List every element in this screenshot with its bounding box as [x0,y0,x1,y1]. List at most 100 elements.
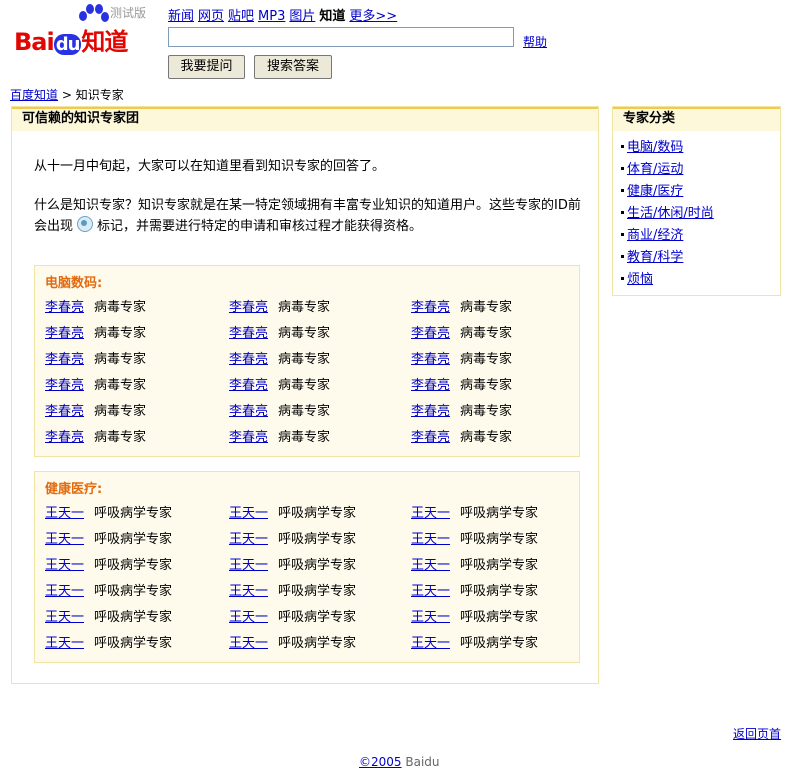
expert-name-link[interactable]: 王天一 [229,610,268,625]
nav-item-1[interactable]: 网页 [198,9,224,24]
expert-name-link[interactable]: 李春亮 [45,430,84,445]
expert-name-link[interactable]: 王天一 [411,558,450,573]
expert-entry: 李春亮 病毒专家 [229,426,330,445]
expert-name-link[interactable]: 王天一 [411,610,450,625]
expert-role: 呼吸病学专家 [460,506,539,521]
expert-role: 病毒专家 [94,326,147,341]
expert-entry: 李春亮 病毒专家 [229,322,330,341]
expert-entry: 王天一 呼吸病学专家 [411,554,538,573]
expert-name-link[interactable]: 李春亮 [411,300,450,315]
sidebar-category-link[interactable]: 商业/经济 [627,228,683,243]
expert-name-link[interactable]: 李春亮 [229,404,268,419]
expert-row: 王天一 呼吸病学专家 王天一 呼吸病学专家 王天一 呼吸病学专家 [45,502,575,528]
expert-name-link[interactable]: 王天一 [229,584,268,599]
back-to-top-link[interactable]: 返回页首 [733,725,781,742]
bullet-icon [621,211,624,214]
expert-name-link[interactable]: 李春亮 [411,430,450,445]
nav-item-6[interactable]: 更多>> [349,9,397,24]
copyright-text: Baidu [401,755,440,769]
expert-role: 病毒专家 [278,430,331,445]
nav-item-4[interactable]: 图片 [289,9,315,24]
expert-name-link[interactable]: 王天一 [229,636,268,651]
category-section: 电脑数码: 李春亮 病毒专家 李春亮 病毒专家 李春亮 病毒专家 李春亮 病毒专家 李春亮 病毒专家… [34,265,580,457]
breadcrumb-home-link[interactable]: 百度知道 [10,88,58,102]
expert-name-link[interactable]: 李春亮 [229,326,268,341]
sidebar-category-link[interactable]: 烦恼 [627,272,653,287]
expert-entry: 李春亮 病毒专家 [229,348,330,367]
expert-role: 呼吸病学专家 [94,532,173,547]
expert-name-link[interactable]: 李春亮 [411,404,450,419]
expert-entry: 李春亮 病毒专家 [411,296,512,315]
expert-role: 呼吸病学专家 [278,584,357,599]
expert-role: 呼吸病学专家 [460,532,539,547]
expert-name-link[interactable]: 王天一 [45,532,84,547]
expert-entry: 李春亮 病毒专家 [411,400,512,419]
expert-entry: 王天一 呼吸病学专家 [411,606,538,625]
sidebar-category-link[interactable]: 体育/运动 [627,162,683,177]
expert-name-link[interactable]: 李春亮 [45,300,84,315]
nav-item-3[interactable]: MP3 [258,9,285,24]
expert-name-link[interactable]: 李春亮 [229,430,268,445]
expert-entry: 李春亮 病毒专家 [411,426,512,445]
expert-name-link[interactable]: 王天一 [45,506,84,521]
nav-item-2[interactable]: 贴吧 [228,9,254,24]
expert-role: 呼吸病学专家 [94,558,173,573]
expert-entry: 王天一 呼吸病学专家 [45,632,172,651]
category-title: 电脑数码: [45,276,103,291]
expert-name-link[interactable]: 王天一 [411,532,450,547]
bullet-icon [621,167,624,170]
nav-item-0[interactable]: 新闻 [168,9,194,24]
search-answer-button[interactable]: 搜索答案 [254,55,332,79]
expert-entry: 王天一 呼吸病学专家 [45,606,172,625]
expert-name-link[interactable]: 王天一 [229,506,268,521]
expert-name-link[interactable]: 王天一 [45,584,84,599]
sidebar-category-link[interactable]: 教育/科学 [627,250,683,265]
sidebar-category-item: 健康/医疗 [621,181,714,203]
expert-name-link[interactable]: 王天一 [45,636,84,651]
expert-role: 病毒专家 [460,326,513,341]
expert-name-link[interactable]: 李春亮 [229,300,268,315]
expert-name-link[interactable]: 李春亮 [45,378,84,393]
expert-name-link[interactable]: 李春亮 [411,378,450,393]
nav-item-5: 知道 [319,9,346,24]
copyright-link[interactable]: ©2005 [359,755,402,769]
expert-name-link[interactable]: 李春亮 [411,352,450,367]
expert-name-link[interactable]: 王天一 [411,636,450,651]
expert-name-link[interactable]: 李春亮 [411,326,450,341]
category-title: 健康医疗: [45,482,103,497]
expert-role: 病毒专家 [460,430,513,445]
expert-entry: 王天一 呼吸病学专家 [229,554,356,573]
sidebar-category-link[interactable]: 健康/医疗 [627,184,683,199]
expert-name-link[interactable]: 李春亮 [229,378,268,393]
expert-name-link[interactable]: 王天一 [45,610,84,625]
expert-entry: 王天一 呼吸病学专家 [45,528,172,547]
expert-row: 李春亮 病毒专家 李春亮 病毒专家 李春亮 病毒专家 [45,348,575,374]
help-link[interactable]: 帮助 [523,33,547,50]
expert-name-link[interactable]: 王天一 [229,532,268,547]
bullet-icon [621,189,624,192]
expert-entry: 王天一 呼吸病学专家 [229,528,356,547]
sidebar-category-link[interactable]: 电脑/数码 [627,140,683,155]
expert-role: 呼吸病学专家 [94,506,173,521]
expert-name-link[interactable]: 王天一 [411,506,450,521]
expert-name-link[interactable]: 李春亮 [45,352,84,367]
expert-name-link[interactable]: 李春亮 [229,352,268,367]
expert-entry: 王天一 呼吸病学专家 [411,580,538,599]
category-section: 健康医疗: 王天一 呼吸病学专家 王天一 呼吸病学专家 王天一 呼吸病学专家 王天一 呼吸病学专… [34,471,580,663]
expert-name-link[interactable]: 李春亮 [45,404,84,419]
expert-role: 呼吸病学专家 [460,584,539,599]
expert-name-link[interactable]: 王天一 [45,558,84,573]
expert-role: 病毒专家 [460,300,513,315]
expert-name-link[interactable]: 李春亮 [45,326,84,341]
ask-question-button[interactable]: 我要提问 [168,55,245,79]
breadcrumb-separator: > [61,88,72,102]
baidu-logo[interactable]: Bai du知道 测试版 [14,2,154,56]
logo-du: du [53,34,82,55]
search-input[interactable] [168,27,514,47]
sidebar-category-item: 体育/运动 [621,159,714,181]
expert-name-link[interactable]: 王天一 [411,584,450,599]
expert-entry: 李春亮 病毒专家 [411,348,512,367]
sidebar-category-link[interactable]: 生活/休闲/时尚 [627,206,714,221]
expert-name-link[interactable]: 王天一 [229,558,268,573]
expert-entry: 李春亮 病毒专家 [229,296,330,315]
